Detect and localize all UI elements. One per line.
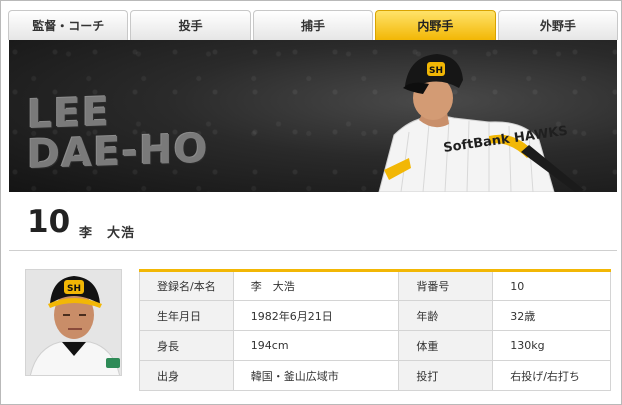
player-portrait-image: SH xyxy=(26,270,121,375)
value-uniform-number: 10 xyxy=(492,270,611,301)
table-row: 生年月日 1982年6月21日 年齢 32歳 xyxy=(139,300,611,331)
value-birthplace: 韓国・釜山広域市 xyxy=(232,360,400,391)
tab-infielders[interactable]: 内野手 xyxy=(375,10,496,40)
tab-pitchers[interactable]: 投手 xyxy=(130,10,251,40)
label-age: 年齢 xyxy=(398,300,494,331)
banner-name-line2: DAE-HO xyxy=(27,125,209,179)
label-registered-name: 登録名/本名 xyxy=(139,270,234,301)
label-throws-bats: 投打 xyxy=(398,360,494,391)
value-height: 194cm xyxy=(232,330,400,361)
label-weight: 体重 xyxy=(398,330,494,361)
player-banner: LEE DAE-HO SoftBank HAWKS SH xyxy=(9,40,617,192)
label-birthplace: 出身 xyxy=(139,360,234,391)
label-uniform-number: 背番号 xyxy=(398,270,494,301)
value-throws-bats: 右投げ/右打ち xyxy=(492,360,611,391)
svg-text:SH: SH xyxy=(67,284,81,294)
value-registered-name: 李 大浩 xyxy=(232,270,400,301)
player-figure-image: SoftBank HAWKS SH xyxy=(378,54,584,192)
value-birthdate: 1982年6月21日 xyxy=(232,300,400,331)
player-number: 10 xyxy=(27,204,71,240)
player-name: 李 大浩 xyxy=(79,226,136,241)
table-row: 出身 韓国・釜山広域市 投打 右投げ/右打ち xyxy=(139,360,611,391)
banner-player-name: LEE DAE-HO xyxy=(27,89,209,179)
tab-catchers[interactable]: 捕手 xyxy=(252,10,374,40)
table-row: 身長 194cm 体重 130kg xyxy=(139,330,611,361)
label-birthdate: 生年月日 xyxy=(139,300,234,331)
value-age: 32歳 xyxy=(492,300,611,331)
position-tabs: 監督・コーチ 投手 捕手 内野手 外野手 xyxy=(8,10,619,40)
label-height: 身長 xyxy=(139,330,234,361)
player-photo: SH xyxy=(25,269,122,376)
tab-coaches[interactable]: 監督・コーチ xyxy=(8,10,129,40)
page-frame: 監督・コーチ 投手 捕手 内野手 外野手 LEE DAE-HO SoftBank… xyxy=(0,0,622,405)
divider xyxy=(9,250,617,251)
value-weight: 130kg xyxy=(492,330,611,361)
profile-table: 登録名/本名 李 大浩 背番号 10 生年月日 1982年6月21日 年齢 32… xyxy=(139,269,611,391)
tab-outfielders[interactable]: 外野手 xyxy=(497,10,619,40)
cap-logo-text: SH xyxy=(429,66,443,76)
table-row: 登録名/本名 李 大浩 背番号 10 xyxy=(139,270,611,301)
